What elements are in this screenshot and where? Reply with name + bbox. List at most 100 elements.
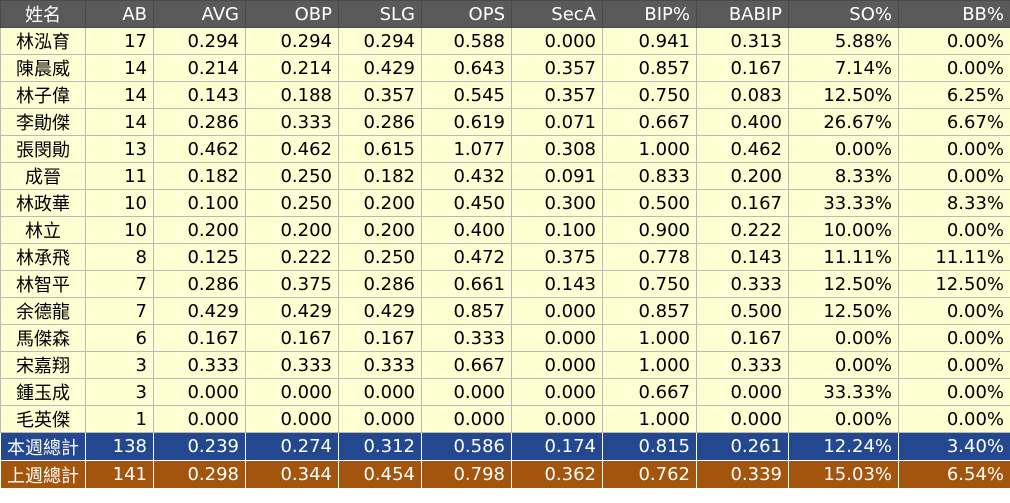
cell-ops: 0.333 — [421, 324, 512, 352]
column-header-ops: OPS — [421, 0, 512, 28]
cell-ab: 14 — [85, 81, 154, 109]
cell-slg: 0.000 — [338, 378, 422, 406]
cell-babip: 0.333 — [696, 270, 789, 298]
cell-ops: 0.000 — [421, 378, 512, 406]
cell-so: 11.11% — [788, 243, 899, 271]
cell-so: 0.00% — [788, 135, 899, 163]
cell-bip: 0.857 — [602, 54, 697, 82]
cell-slg: 0.357 — [338, 81, 422, 109]
cell-obp: 0.250 — [245, 189, 339, 217]
cell-name: 林子偉 — [0, 81, 86, 109]
cell-seca: 0.000 — [511, 378, 603, 406]
cell-babip: 0.313 — [696, 27, 789, 55]
cell-name: 林立 — [0, 216, 86, 244]
cell-so: 15.03% — [788, 460, 899, 489]
cell-obp: 0.333 — [245, 351, 339, 379]
cell-ops: 0.661 — [421, 270, 512, 298]
column-header-bip: BIP% — [602, 0, 697, 28]
cell-so: 33.33% — [788, 378, 899, 406]
column-header-ab: AB — [85, 0, 154, 28]
cell-slg: 0.429 — [338, 297, 422, 325]
cell-so: 26.67% — [788, 108, 899, 136]
cell-ab: 17 — [85, 27, 154, 55]
cell-bip: 0.778 — [602, 243, 697, 271]
table-row: 林泓育 17 0.294 0.294 0.294 0.588 0.000 0.941 0.313… — [0, 27, 1010, 55]
cell-babip: 0.200 — [696, 162, 789, 190]
cell-slg: 0.250 — [338, 243, 422, 271]
cell-seca: 0.362 — [511, 460, 603, 489]
cell-avg: 0.125 — [153, 243, 246, 271]
cell-ops: 0.472 — [421, 243, 512, 271]
cell-ab: 7 — [85, 297, 154, 325]
cell-avg: 0.182 — [153, 162, 246, 190]
cell-bb: 0.00% — [898, 162, 1010, 190]
cell-seca: 0.357 — [511, 81, 603, 109]
cell-so: 0.00% — [788, 351, 899, 379]
cell-bip: 1.000 — [602, 135, 697, 163]
cell-bip: 0.833 — [602, 162, 697, 190]
cell-bb: 0.00% — [898, 297, 1010, 325]
cell-seca: 0.000 — [511, 27, 603, 55]
cell-bb: 0.00% — [898, 135, 1010, 163]
cell-babip: 0.500 — [696, 297, 789, 325]
cell-bb: 12.50% — [898, 270, 1010, 298]
cell-bip: 0.857 — [602, 297, 697, 325]
cell-obp: 0.274 — [245, 432, 339, 461]
table-row: 林政華 10 0.100 0.250 0.200 0.450 0.300 0.500 0.167… — [0, 189, 1010, 217]
cell-name: 本週總計 — [0, 432, 86, 461]
cell-bb: 0.00% — [898, 378, 1010, 406]
cell-ab: 13 — [85, 135, 154, 163]
cell-ops: 0.400 — [421, 216, 512, 244]
cell-name: 余德龍 — [0, 297, 86, 325]
cell-avg: 0.143 — [153, 81, 246, 109]
cell-avg: 0.286 — [153, 270, 246, 298]
cell-slg: 0.429 — [338, 54, 422, 82]
cell-ab: 10 — [85, 189, 154, 217]
cell-babip: 0.339 — [696, 460, 789, 489]
cell-babip: 0.167 — [696, 189, 789, 217]
cell-ab: 141 — [85, 460, 154, 489]
cell-avg: 0.000 — [153, 405, 246, 433]
cell-ab: 138 — [85, 432, 154, 461]
cell-slg: 0.615 — [338, 135, 422, 163]
cell-so: 0.00% — [788, 324, 899, 352]
cell-ab: 6 — [85, 324, 154, 352]
cell-seca: 0.000 — [511, 351, 603, 379]
cell-slg: 0.000 — [338, 405, 422, 433]
column-header-seca: SecA — [511, 0, 603, 28]
cell-seca: 0.375 — [511, 243, 603, 271]
cell-bip: 1.000 — [602, 405, 697, 433]
cell-babip: 0.222 — [696, 216, 789, 244]
cell-avg: 0.100 — [153, 189, 246, 217]
cell-name: 林政華 — [0, 189, 86, 217]
cell-slg: 0.286 — [338, 270, 422, 298]
cell-slg: 0.333 — [338, 351, 422, 379]
cell-obp: 0.375 — [245, 270, 339, 298]
cell-so: 10.00% — [788, 216, 899, 244]
cell-obp: 0.250 — [245, 162, 339, 190]
cell-ops: 0.857 — [421, 297, 512, 325]
cell-ops: 0.798 — [421, 460, 512, 489]
cell-babip: 0.400 — [696, 108, 789, 136]
batting-stats-table: 姓名 AB AVG OBP SLG OPS SecA BIP% BABIP SO… — [0, 0, 1010, 489]
table-row: 李勛傑 14 0.286 0.333 0.286 0.619 0.071 0.667 0.400… — [0, 108, 1010, 136]
cell-obp: 0.200 — [245, 216, 339, 244]
this-week-total-row: 本週總計 138 0.239 0.274 0.312 0.586 0.174 0.815 0.2… — [0, 432, 1010, 461]
cell-babip: 0.333 — [696, 351, 789, 379]
cell-ops: 0.586 — [421, 432, 512, 461]
cell-bb: 3.40% — [898, 432, 1010, 461]
table-row: 余德龍 7 0.429 0.429 0.429 0.857 0.000 0.857 0.500 1… — [0, 297, 1010, 325]
cell-avg: 0.333 — [153, 351, 246, 379]
cell-bb: 0.00% — [898, 405, 1010, 433]
cell-ab: 11 — [85, 162, 154, 190]
cell-obp: 0.214 — [245, 54, 339, 82]
cell-bb: 0.00% — [898, 27, 1010, 55]
cell-bb: 8.33% — [898, 189, 1010, 217]
cell-ab: 14 — [85, 108, 154, 136]
cell-bip: 0.941 — [602, 27, 697, 55]
table-row: 毛英傑 1 0.000 0.000 0.000 0.000 0.000 1.000 0.000 0… — [0, 405, 1010, 433]
cell-obp: 0.000 — [245, 378, 339, 406]
cell-slg: 0.312 — [338, 432, 422, 461]
header-row: 姓名 AB AVG OBP SLG OPS SecA BIP% BABIP SO… — [0, 0, 1010, 28]
column-header-so: SO% — [788, 0, 899, 28]
